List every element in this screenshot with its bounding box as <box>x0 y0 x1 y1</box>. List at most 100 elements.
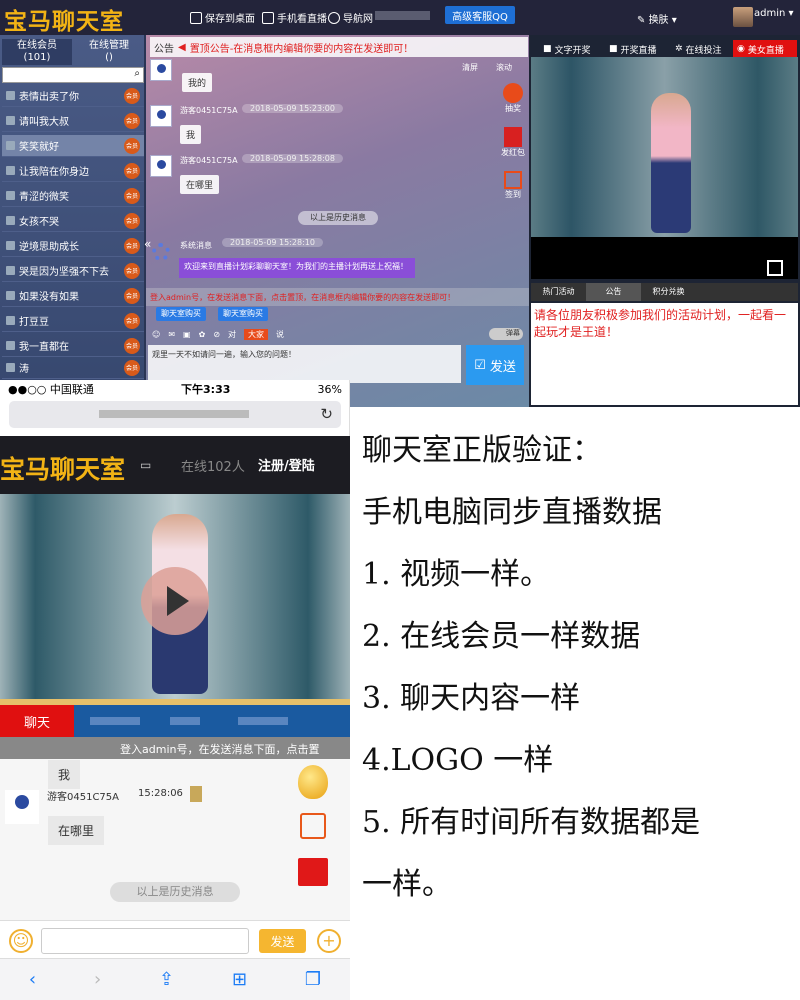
member-row[interactable]: 请叫我大叔 会员 <box>2 110 144 132</box>
member-badge: 会员 <box>124 187 140 204</box>
pinned-notice: 公告 ◀ 置顶公告-在消息框内编辑你要的内容在发送即可！ <box>150 37 528 57</box>
nav-site-link[interactable]: 导航网 <box>328 10 373 25</box>
tab-text-lottery[interactable]: ■ 文字开奖 <box>543 40 591 58</box>
tab-announcement[interactable]: 公告 <box>586 283 641 301</box>
user-icon <box>6 141 15 150</box>
reload-icon[interactable]: ↻ <box>320 405 333 423</box>
member-row[interactable]: 涛会员 <box>2 357 144 379</box>
member-search-input[interactable]: ⌕ <box>2 67 144 83</box>
scroll-toggle[interactable]: 滚动 <box>496 62 512 73</box>
member-row[interactable]: 表情出卖了你 会员 <box>2 85 144 107</box>
member-row[interactable]: 我一直都在 会员 <box>2 335 144 357</box>
message-author: 游客0451C75A <box>47 792 119 803</box>
member-row[interactable]: 女孩不哭 会员 <box>2 210 144 232</box>
qq-support-button[interactable]: 高级客服QQ <box>445 6 515 24</box>
chat-bubble: 我 <box>48 760 81 789</box>
search-icon[interactable]: ⌕ <box>134 68 140 79</box>
emoji-icon[interactable]: ☺ <box>152 330 160 339</box>
member-row[interactable]: 逆境思助成长 会员 <box>2 235 144 257</box>
tab-beauty-live[interactable]: ◉ 美女直播 <box>733 40 797 58</box>
skin-menu[interactable]: ✎ 换肤 ▾ <box>637 11 677 26</box>
clear-screen-button[interactable]: 清屏 <box>462 62 478 73</box>
desc-line: 2. 在线会员一样数据 <box>362 619 641 654</box>
member-row[interactable]: 如果没有如果 会员 <box>2 285 144 307</box>
emoji-icon[interactable]: ☺ <box>9 929 33 953</box>
lottery-button[interactable]: 抽奖 <box>500 83 526 114</box>
blurred-tab[interactable] <box>170 717 200 725</box>
play-icon[interactable] <box>141 567 209 635</box>
phone-video[interactable] <box>0 494 350 699</box>
user-icon <box>6 291 15 300</box>
phone-tabs: 聊天 <box>0 705 350 737</box>
desktop-topbar: 宝马聊天室 保存到桌面 手机看直播 导航网 高级客服QQ ✎ 换肤 ▾ admi… <box>0 0 800 35</box>
phone-chat-input[interactable] <box>41 928 249 954</box>
member-row[interactable]: 青涩的微笑 会员 <box>2 185 144 207</box>
member-badge: 会员 <box>124 87 140 104</box>
red-packet-button[interactable]: 发红包 <box>500 127 526 158</box>
member-row[interactable]: 哭是因为坚强不下去 会员 <box>2 260 144 282</box>
register-login-link[interactable]: 注册/登陆 <box>258 455 315 474</box>
fullscreen-icon[interactable] <box>767 260 783 276</box>
desc-line: 4.LOGO 一样 <box>362 743 554 778</box>
red-envelope-icon[interactable] <box>298 858 328 886</box>
member-badge: 会员 <box>124 137 140 154</box>
desc-line: 3. 聊天内容一样 <box>362 681 581 716</box>
image-icon[interactable]: ▣ <box>183 330 191 339</box>
desc-line: 5. 所有时间所有数据都是 <box>362 805 701 840</box>
tab-points[interactable]: 积分兑换 <box>641 283 696 301</box>
video-icon: ■ <box>609 44 618 54</box>
gift-icon[interactable]: ✉ <box>168 330 175 339</box>
user-icon <box>6 341 15 350</box>
live-video[interactable] <box>531 57 798 237</box>
collapse-icon[interactable]: « <box>144 237 151 251</box>
phone-status-bar: ●●○○ 中国联通 下午3:33 36% <box>8 382 342 397</box>
tab-online-bet[interactable]: ✲ 在线投注 <box>675 40 722 58</box>
blurred-tab[interactable] <box>238 717 288 725</box>
member-badge: 会员 <box>124 287 140 304</box>
member-row[interactable]: 笑笑就好 会员 <box>2 135 144 157</box>
history-divider: 以上是历史消息 <box>298 211 378 225</box>
checkin-button[interactable]: 签到 <box>500 171 526 200</box>
calendar-icon <box>504 171 522 189</box>
recipient-select[interactable]: 大家 <box>244 328 269 340</box>
qq-chip[interactable]: 聊天室购买 <box>156 307 206 321</box>
blurred-tab[interactable] <box>90 717 140 725</box>
flower-icon[interactable]: ✿ <box>199 330 206 339</box>
mute-icon[interactable]: ⊘ <box>213 330 220 339</box>
gold-egg-icon[interactable] <box>298 765 328 799</box>
back-icon[interactable]: ‹ <box>29 969 36 990</box>
url-bar[interactable]: ↻ <box>9 401 341 428</box>
danmu-toggle[interactable]: 弹幕 <box>489 328 523 340</box>
right-panel: ■ 文字开奖 ■ 开奖直播 ✲ 在线投注 ◉ 美女直播 热门活动 公告 积分兑换 请各位… <box>529 35 800 407</box>
forward-icon[interactable]: › <box>94 969 101 990</box>
save-desktop-link[interactable]: 保存到桌面 <box>190 10 255 25</box>
tab-chat[interactable]: 聊天 <box>0 705 74 737</box>
phone-header: 宝马聊天室 ▭ 在线102人 注册/登陆 <box>0 436 350 494</box>
mobile-live-link[interactable]: 手机看直播 <box>262 10 327 25</box>
member-row[interactable]: 让我陪在你身边 会员 <box>2 160 144 182</box>
chat-input[interactable]: 观里一天不如请问一遍，输入您的问题！ <box>148 345 461 383</box>
tabs-icon[interactable]: ❐ <box>305 969 321 990</box>
tab-online-members[interactable]: 在线会员 (101) <box>2 39 72 65</box>
phone-send-button[interactable]: 发送 <box>259 929 306 953</box>
user-icon <box>6 116 15 125</box>
tab-hot-events[interactable]: 热门活动 <box>531 283 586 301</box>
tab-online-admins[interactable]: 在线管理() <box>74 39 144 65</box>
tab-lottery-live[interactable]: ■ 开奖直播 <box>609 40 657 58</box>
member-panel: 在线会员 (101) 在线管理() ⌕ 表情出卖了你 会员 请叫我大叔 会员 笑笑就好… <box>0 35 146 407</box>
member-badge: 会员 <box>124 337 140 354</box>
admin-menu[interactable]: admin ▾ <box>754 8 794 19</box>
gear-icon: ✲ <box>675 44 683 54</box>
user-icon <box>6 216 15 225</box>
qq-chip[interactable]: 聊天室购买 <box>218 307 268 321</box>
share-icon[interactable]: ⇪ <box>159 969 174 990</box>
desktop-logo: 宝马聊天室 <box>4 8 124 35</box>
calendar-icon[interactable] <box>300 813 326 839</box>
member-row[interactable]: 打豆豆 会员 <box>2 310 144 332</box>
plus-icon[interactable]: + <box>317 929 341 953</box>
chat-toolbar: ☺ ✉ ▣ ✿ ⊘ 对 大家 说 <box>152 328 285 340</box>
bookmarks-icon[interactable]: ⊞ <box>232 969 247 990</box>
send-button[interactable]: ☑ 发送 <box>466 345 524 385</box>
video-controls <box>531 237 798 279</box>
avatar[interactable] <box>733 7 753 27</box>
